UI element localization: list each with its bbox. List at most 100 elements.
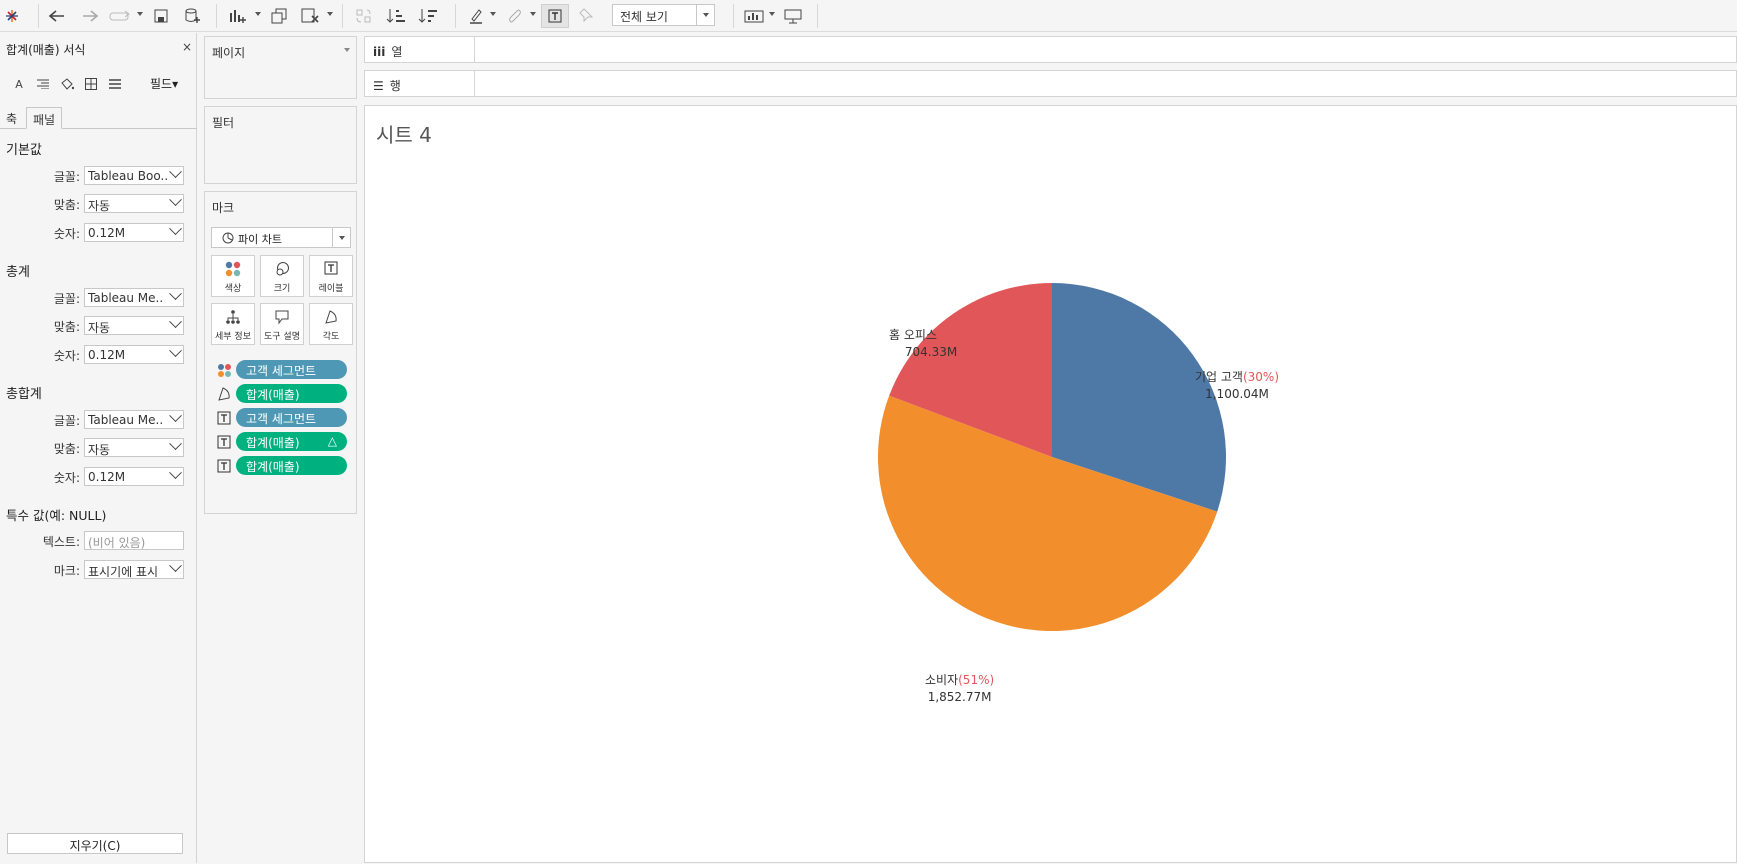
color-pill[interactable]: 고객 세그먼트	[236, 360, 347, 379]
label-mark-label: 레이블	[318, 284, 344, 294]
chevron-down-icon	[169, 411, 182, 423]
angle-mark-button[interactable]: 각도	[309, 303, 353, 345]
new-sheet-icon[interactable]	[226, 4, 250, 28]
detail-mark-label: 세부 정보	[215, 332, 251, 342]
marks-card-title: 마크	[212, 201, 235, 215]
align-select[interactable]: 자동	[84, 194, 184, 213]
font-select[interactable]: Tableau Me..	[84, 410, 184, 429]
view-canvas: 시트 4 기업 고객(30%) 1,100.04M 소비자(51%) 1,852…	[364, 105, 1737, 863]
slice-label-name: 기업 고객	[1195, 370, 1243, 384]
tab-axis[interactable]: 축	[0, 107, 23, 129]
number-select[interactable]: 0.12M	[84, 345, 184, 364]
pin-icon[interactable]	[576, 4, 596, 28]
font-select[interactable]: Tableau Me..	[84, 288, 184, 307]
angle-mark-label: 각도	[322, 332, 340, 342]
rows-icon: ☰	[373, 79, 384, 93]
columns-shelf-text: 열	[391, 45, 403, 59]
filters-card-title: 필터	[212, 116, 235, 130]
align-select-value: 자동	[88, 199, 111, 213]
tableau-logo-icon[interactable]	[4, 4, 20, 28]
close-icon[interactable]: ×	[182, 40, 192, 54]
section-default-heading: 기본값	[6, 143, 42, 158]
special-text-input[interactable]: (비어 있음)	[84, 531, 184, 550]
clear-sheet-icon[interactable]	[298, 4, 322, 28]
swap-rows-columns-icon[interactable]	[352, 4, 376, 28]
mark-type-select[interactable]: 파이 차트	[211, 227, 351, 248]
undo-icon[interactable]	[46, 4, 68, 28]
tooltip-mark-button[interactable]: 도구 설명	[260, 303, 304, 345]
size-mark-button[interactable]: 크기	[260, 255, 304, 297]
duplicate-sheet-icon[interactable]	[268, 4, 290, 28]
align-select-value: 자동	[88, 321, 111, 335]
label-icon	[217, 459, 231, 473]
field-dropdown[interactable]: 필드▾	[150, 75, 178, 92]
font-select[interactable]: Tableau Boo..	[84, 166, 184, 185]
font-format-icon[interactable]: A	[10, 75, 28, 93]
pie-chart-icon	[222, 232, 234, 244]
font-label: 글꼴:	[53, 170, 80, 184]
pages-card[interactable]: 페이지	[204, 36, 357, 99]
format-type-icons: A	[10, 75, 124, 93]
slice-label-value: 1,852.77M	[927, 690, 992, 704]
highlight-icon[interactable]	[466, 4, 486, 28]
mark-type-value: 파이 차트	[238, 233, 282, 246]
chevron-down-icon[interactable]	[344, 48, 350, 52]
color-mark-button[interactable]: 색상	[211, 255, 255, 297]
slice-label-pct: (19%)	[936, 328, 974, 342]
presentation-mode-icon[interactable]	[782, 4, 804, 28]
columns-icon: iii	[373, 45, 386, 59]
align-label: 맞춤:	[53, 320, 80, 334]
rows-shelf-text: 행	[389, 79, 401, 93]
redo-icon[interactable]	[79, 4, 101, 28]
align-select[interactable]: 자동	[84, 438, 184, 457]
sort-descending-icon[interactable]	[416, 4, 440, 28]
rows-shelf[interactable]: ☰ 행	[364, 70, 1737, 97]
number-select-value: 0.12M	[88, 226, 126, 240]
align-label: 맞춤:	[53, 198, 80, 212]
section-totals-heading: 총계	[6, 265, 30, 280]
color-icon	[225, 261, 241, 277]
slice-label-name: 소비자	[925, 673, 959, 687]
angle-icon	[325, 310, 337, 324]
tab-pane[interactable]: 패널	[26, 107, 63, 129]
slice-label-pct: (51%)	[958, 673, 995, 687]
align-select[interactable]: 자동	[84, 316, 184, 335]
angle-pill[interactable]: 합계(매출)	[236, 384, 347, 403]
label-pill[interactable]: 고객 세그먼트	[236, 408, 347, 427]
number-label: 숫자:	[53, 349, 80, 363]
filters-card[interactable]: 필터	[204, 106, 357, 184]
borders-format-icon[interactable]	[82, 75, 100, 93]
alignment-format-icon[interactable]	[34, 75, 52, 93]
angle-icon	[218, 387, 230, 401]
label-mark-button[interactable]: 레이블	[309, 255, 353, 297]
save-icon[interactable]	[152, 4, 170, 28]
slice-label-value: 704.33M	[904, 345, 958, 359]
font-select-value: Tableau Me..	[88, 291, 164, 305]
chevron-down-icon	[169, 468, 182, 480]
font-label: 글꼴:	[53, 414, 80, 428]
show-mark-labels-icon[interactable]	[541, 4, 569, 28]
replay-icon[interactable]	[108, 4, 134, 28]
chevron-down-icon	[169, 346, 182, 358]
show-me-icon[interactable]	[742, 4, 766, 28]
special-mark-select[interactable]: 표시기에 표시	[84, 560, 184, 579]
section-special-heading: 특수 값(예: NULL)	[6, 508, 107, 523]
lines-format-icon[interactable]	[106, 75, 124, 93]
clear-button[interactable]: 지우기(C)	[7, 833, 183, 854]
label-pill[interactable]: 합계(매출)	[236, 456, 347, 475]
new-datasource-icon[interactable]	[183, 4, 203, 28]
fit-view-select[interactable]: 전체 보기	[612, 4, 715, 26]
size-icon	[276, 262, 289, 276]
group-paperclip-icon[interactable]	[505, 4, 525, 28]
sort-ascending-icon[interactable]	[384, 4, 408, 28]
font-select-value: Tableau Boo..	[88, 169, 169, 183]
detail-mark-button[interactable]: 세부 정보	[211, 303, 255, 345]
pie-chart	[877, 283, 1226, 632]
label-pill[interactable]: 합계(매출) △	[236, 432, 347, 451]
special-mark-value: 표시기에 표시	[88, 565, 159, 579]
shading-format-icon[interactable]	[58, 75, 76, 93]
number-select[interactable]: 0.12M	[84, 467, 184, 486]
number-select[interactable]: 0.12M	[84, 223, 184, 242]
color-icon	[218, 364, 231, 377]
columns-shelf[interactable]: iii 열	[364, 36, 1737, 63]
